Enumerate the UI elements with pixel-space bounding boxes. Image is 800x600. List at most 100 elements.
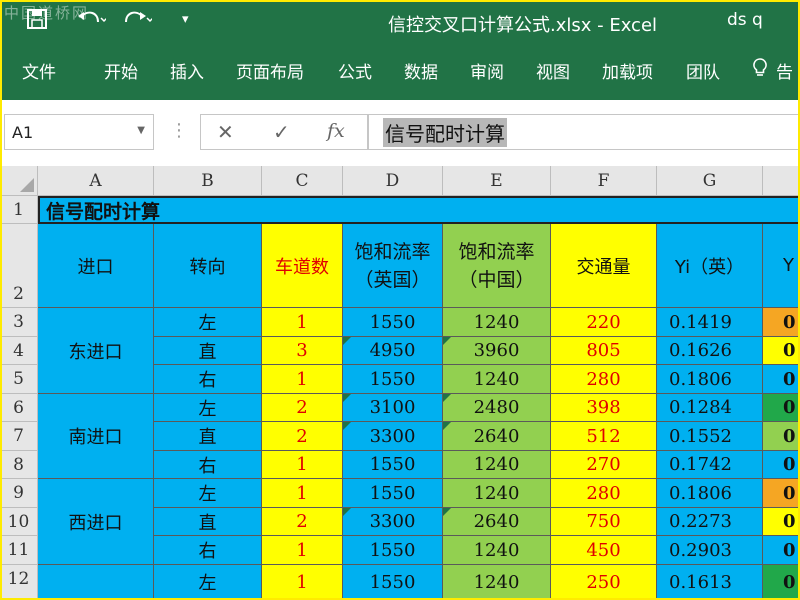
yi-cell[interactable]: 0.1626	[657, 337, 763, 365]
lanes-cell[interactable]: 1	[262, 308, 343, 337]
lanes-cell[interactable]: 2	[262, 422, 343, 451]
yi-cell[interactable]: 0.2903	[657, 536, 763, 565]
tab-view[interactable]: 视图	[536, 58, 570, 83]
column-header-h[interactable]	[763, 166, 800, 196]
partial-cell[interactable]: 0	[763, 422, 800, 451]
sat-uk-cell[interactable]: 3300	[343, 422, 443, 451]
tab-file[interactable]: 文件	[22, 58, 56, 83]
approach-cell[interactable]: 西进口	[38, 479, 154, 565]
title-cell[interactable]: 信号配时计算	[38, 196, 800, 224]
header-turn[interactable]: 转向	[154, 224, 262, 308]
turn-cell[interactable]: 直	[154, 337, 262, 365]
row-header-8[interactable]: 8	[0, 451, 38, 479]
volume-cell[interactable]: 270	[551, 451, 657, 479]
redo-icon[interactable]	[122, 8, 154, 35]
header-yi-uk[interactable]: Yi（英）	[657, 224, 763, 308]
yi-cell[interactable]: 0.1552	[657, 422, 763, 451]
sat-uk-cell[interactable]: 1550	[343, 365, 443, 394]
turn-cell[interactable]: 左	[154, 565, 262, 600]
volume-cell[interactable]: 512	[551, 422, 657, 451]
row-header-9[interactable]: 9	[0, 479, 38, 508]
lanes-cell[interactable]: 3	[262, 337, 343, 365]
customize-quick-access-icon[interactable]: ▾	[182, 12, 189, 27]
yi-cell[interactable]: 0.1742	[657, 451, 763, 479]
volume-cell[interactable]: 280	[551, 365, 657, 394]
turn-cell[interactable]: 右	[154, 536, 262, 565]
yi-cell[interactable]: 0.1613	[657, 565, 763, 600]
sat-uk-cell[interactable]: 4950	[343, 337, 443, 365]
sat-uk-cell[interactable]: 1550	[343, 308, 443, 337]
partial-cell[interactable]: 0	[763, 536, 800, 565]
sat-uk-cell[interactable]: 1550	[343, 479, 443, 508]
sat-uk-cell[interactable]: 3300	[343, 508, 443, 536]
yi-cell[interactable]: 0.1419	[657, 308, 763, 337]
tab-addins[interactable]: 加载项	[602, 58, 653, 83]
sat-cn-cell[interactable]: 1240	[443, 451, 551, 479]
header-sat-uk[interactable]: 饱和流率 （英国）	[343, 224, 443, 308]
lanes-cell[interactable]: 1	[262, 536, 343, 565]
yi-cell[interactable]: 0.1284	[657, 394, 763, 422]
row-header-2[interactable]: 2	[0, 224, 38, 308]
lanes-cell[interactable]: 1	[262, 451, 343, 479]
partial-cell[interactable]: 0	[763, 508, 800, 536]
header-volume[interactable]: 交通量	[551, 224, 657, 308]
turn-cell[interactable]: 左	[154, 479, 262, 508]
row-header-10[interactable]: 10	[0, 508, 38, 536]
chevron-down-icon[interactable]: ▼	[137, 125, 145, 136]
turn-cell[interactable]: 直	[154, 508, 262, 536]
turn-cell[interactable]: 直	[154, 422, 262, 451]
insert-function-icon[interactable]: fx	[327, 120, 345, 142]
approach-cell[interactable]	[38, 565, 154, 600]
more-vertical-icon[interactable]: ⋮	[170, 120, 188, 141]
tab-review[interactable]: 审阅	[470, 58, 504, 83]
sat-cn-cell[interactable]: 1240	[443, 365, 551, 394]
tab-insert[interactable]: 插入	[170, 58, 204, 83]
volume-cell[interactable]: 220	[551, 308, 657, 337]
tab-data[interactable]: 数据	[404, 58, 438, 83]
yi-cell[interactable]: 0.1806	[657, 479, 763, 508]
yi-cell[interactable]: 0.2273	[657, 508, 763, 536]
sat-cn-cell[interactable]: 1240	[443, 479, 551, 508]
column-header-e[interactable]: E	[443, 166, 551, 196]
partial-cell[interactable]: 0	[763, 479, 800, 508]
tab-formulas[interactable]: 公式	[338, 58, 372, 83]
row-header-11[interactable]: 11	[0, 536, 38, 565]
turn-cell[interactable]: 右	[154, 365, 262, 394]
sat-cn-cell[interactable]: 1240	[443, 565, 551, 600]
tab-team[interactable]: 团队	[686, 58, 720, 83]
tab-home[interactable]: 开始	[104, 58, 138, 83]
cancel-icon[interactable]: ✕	[217, 120, 234, 144]
enter-icon[interactable]: ✓	[273, 120, 290, 144]
row-header-4[interactable]: 4	[0, 337, 38, 365]
column-header-g[interactable]: G	[657, 166, 763, 196]
volume-cell[interactable]: 805	[551, 337, 657, 365]
header-partial[interactable]: Y	[763, 224, 800, 308]
lanes-cell[interactable]: 1	[262, 365, 343, 394]
approach-cell[interactable]: 南进口	[38, 394, 154, 479]
turn-cell[interactable]: 左	[154, 308, 262, 337]
header-approach[interactable]: 进口	[38, 224, 154, 308]
partial-cell[interactable]: 0	[763, 337, 800, 365]
yi-cell[interactable]: 0.1806	[657, 365, 763, 394]
tab-page-layout[interactable]: 页面布局	[236, 58, 304, 83]
turn-cell[interactable]: 左	[154, 394, 262, 422]
sat-uk-cell[interactable]: 1550	[343, 565, 443, 600]
partial-cell[interactable]: 0	[763, 451, 800, 479]
name-box[interactable]: A1 ▼	[4, 114, 154, 150]
lanes-cell[interactable]: 2	[262, 508, 343, 536]
volume-cell[interactable]: 398	[551, 394, 657, 422]
partial-cell[interactable]: 0	[763, 308, 800, 337]
row-header-1[interactable]: 1	[0, 196, 38, 224]
lanes-cell[interactable]: 1	[262, 479, 343, 508]
column-header-f[interactable]: F	[551, 166, 657, 196]
save-icon[interactable]	[26, 8, 48, 35]
sat-uk-cell[interactable]: 3100	[343, 394, 443, 422]
sat-cn-cell[interactable]: 2640	[443, 422, 551, 451]
row-header-6[interactable]: 6	[0, 394, 38, 422]
sat-cn-cell[interactable]: 3960	[443, 337, 551, 365]
column-header-a[interactable]: A	[38, 166, 154, 196]
column-header-c[interactable]: C	[262, 166, 343, 196]
tab-tell-me[interactable]: 告	[776, 58, 793, 83]
header-sat-cn[interactable]: 饱和流率 （中国）	[443, 224, 551, 308]
volume-cell[interactable]: 450	[551, 536, 657, 565]
